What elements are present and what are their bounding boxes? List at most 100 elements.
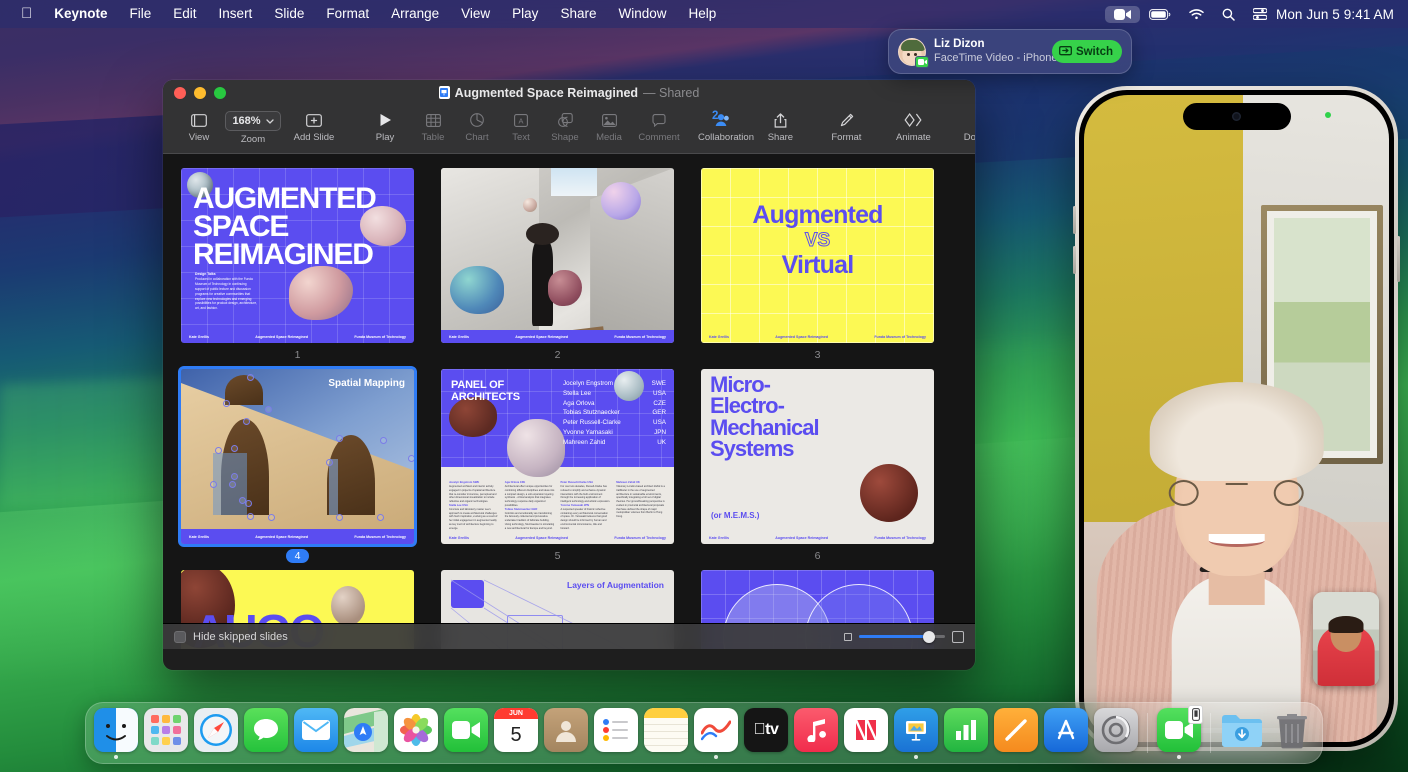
iphone-volume-down-button[interactable] xyxy=(1073,246,1076,274)
slide-3-line-1: Augmented xyxy=(701,201,934,230)
battery-icon[interactable] xyxy=(1140,6,1180,23)
zoom-out-icon[interactable] xyxy=(844,633,852,641)
iphone-side-button[interactable] xyxy=(1397,236,1400,282)
dock-item-notes[interactable] xyxy=(642,708,690,759)
menu-play[interactable]: Play xyxy=(501,5,549,23)
toolbar-collaboration-button[interactable]: Collaboration xyxy=(687,109,765,143)
toolbar-document-button[interactable]: Document xyxy=(954,109,975,143)
dock-item-finder[interactable] xyxy=(92,708,140,759)
toolbar-view-button[interactable]: View xyxy=(177,109,221,143)
dock-item-apple-tv[interactable]: tv xyxy=(742,708,790,759)
dock-item-pages[interactable] xyxy=(992,708,1040,759)
dock-item-reminders[interactable] xyxy=(592,708,640,759)
slide-item-1[interactable]: AUGMENTED SPACE REIMAGINED Design Talks … xyxy=(181,168,414,363)
panel-row: Stella LeeUSA xyxy=(563,389,666,399)
menu-slide[interactable]: Slide xyxy=(263,5,315,23)
zoom-in-icon[interactable] xyxy=(952,631,964,643)
toolbar-chart-button[interactable]: Chart xyxy=(455,109,499,143)
facetime-handoff-notification[interactable]: Liz Dizon FaceTime Video - iPhone › Swit… xyxy=(888,29,1132,74)
keynote-status-bar: Hide skipped slides xyxy=(163,623,975,649)
iphone-device[interactable] xyxy=(1075,86,1398,751)
slide-item-6[interactable]: Micro- Electro- Mechanical Systems (or M… xyxy=(701,369,934,564)
zoom-slider[interactable] xyxy=(859,635,945,638)
menu-file[interactable]: File xyxy=(119,5,163,23)
menu-help[interactable]: Help xyxy=(677,5,727,23)
toolbar-format-button[interactable]: Format xyxy=(820,109,872,143)
toolbar-animate-button[interactable]: Animate xyxy=(886,109,940,143)
apple-logo-icon[interactable]:  xyxy=(10,6,43,23)
zoom-value-button[interactable]: 168% xyxy=(225,111,280,131)
dock-item-calendar[interactable]: JUN 5 xyxy=(492,708,540,759)
dock-item-app-store[interactable] xyxy=(1042,708,1090,759)
menu-edit[interactable]: Edit xyxy=(162,5,207,23)
dock-item-contacts[interactable] xyxy=(542,708,590,759)
dock-item-launchpad[interactable] xyxy=(142,708,190,759)
slide-thumbnail-3[interactable]: Augmented VS Virtual Kate Grellis Augmen… xyxy=(701,168,934,343)
slide-thumbnail-6[interactable]: Micro- Electro- Mechanical Systems (or M… xyxy=(701,369,934,544)
slide-thumbnail-5[interactable]: PANEL OF ARCHITECTS Jocelyn EngstromSWE … xyxy=(441,369,674,544)
wifi-icon[interactable] xyxy=(1180,6,1213,23)
menu-view[interactable]: View xyxy=(450,5,501,23)
toolbar-play-button[interactable]: Play xyxy=(359,109,411,143)
pages-icon xyxy=(994,708,1038,752)
panel-row: Yvonne YamasakiJPN xyxy=(563,428,666,438)
slide-item-5[interactable]: PANEL OF ARCHITECTS Jocelyn EngstromSWE … xyxy=(441,369,674,564)
toolbar-comment-button[interactable]: Comment xyxy=(631,109,687,143)
slide-thumbnail-1[interactable]: AUGMENTED SPACE REIMAGINED Design Talks … xyxy=(181,168,414,343)
slide-4-canvas: Spatial Mapping xyxy=(181,369,414,544)
dock-item-trash[interactable] xyxy=(1268,708,1316,759)
dock-item-system-settings[interactable] xyxy=(1092,708,1140,759)
slide-4-arch-1 xyxy=(225,375,263,405)
toolbar-text-label: Text xyxy=(512,132,529,143)
dock-item-maps[interactable] xyxy=(342,708,390,759)
video-camera-icon[interactable] xyxy=(1105,6,1140,23)
dock-item-messages[interactable] xyxy=(242,708,290,759)
dock-item-downloads-folder[interactable] xyxy=(1218,708,1266,759)
dock-item-facetime-handoff[interactable] xyxy=(1155,708,1203,759)
hide-skipped-slides-checkbox[interactable] xyxy=(174,631,186,643)
toolbar-add-slide-button[interactable]: Add Slide xyxy=(285,109,343,143)
slide-item-3[interactable]: Augmented VS Virtual Kate Grellis Augmen… xyxy=(701,168,934,363)
menu-insert[interactable]: Insert xyxy=(208,5,264,23)
iphone-volume-up-button[interactable] xyxy=(1073,206,1076,234)
toolbar-collaboration-label: Collaboration xyxy=(698,132,754,143)
calendar-icon: JUN 5 xyxy=(494,708,538,752)
menu-keynote[interactable]: Keynote xyxy=(43,5,118,23)
switch-button[interactable]: Switch xyxy=(1052,40,1122,63)
facetime-self-view[interactable] xyxy=(1313,592,1379,686)
keynote-window[interactable]: Augmented Space Reimagined — Shared View… xyxy=(163,80,975,670)
dock-item-safari[interactable] xyxy=(192,708,240,759)
toolbar-zoom-control[interactable]: 168% Zoom xyxy=(221,109,285,145)
dock-item-mail[interactable] xyxy=(292,708,340,759)
thumbnail-zoom-control[interactable] xyxy=(844,631,964,643)
slide-number-5: 5 xyxy=(441,549,674,564)
dock-item-facetime[interactable] xyxy=(442,708,490,759)
control-center-icon[interactable] xyxy=(1244,5,1276,23)
dock-item-photos[interactable] xyxy=(392,708,440,759)
menu-window[interactable]: Window xyxy=(607,5,677,23)
menu-format[interactable]: Format xyxy=(315,5,380,23)
slide-thumbnail-2[interactable]: Kate Grellis Augmented Space Reimagined … xyxy=(441,168,674,343)
dock-item-keynote[interactable] xyxy=(892,708,940,759)
menu-bar-clock[interactable]: Mon Jun 5 9:41 AM xyxy=(1276,7,1396,22)
toolbar-shape-button[interactable]: Shape xyxy=(543,109,587,143)
menu-arrange[interactable]: Arrange xyxy=(380,5,450,23)
slide-thumbnail-4[interactable]: Spatial Mapping xyxy=(181,369,414,544)
slide-navigator[interactable]: AUGMENTED SPACE REIMAGINED Design Talks … xyxy=(163,154,975,649)
toolbar-table-button[interactable]: Table xyxy=(411,109,455,143)
slide-item-2[interactable]: Kate Grellis Augmented Space Reimagined … xyxy=(441,168,674,363)
dock-item-numbers[interactable] xyxy=(942,708,990,759)
search-icon[interactable] xyxy=(1213,5,1244,24)
dock-item-freeform[interactable] xyxy=(692,708,740,759)
toolbar-media-button[interactable]: Media xyxy=(587,109,631,143)
toolbar-share-button[interactable]: Share xyxy=(758,109,802,143)
toolbar-text-button[interactable]: A Text xyxy=(499,109,543,143)
dock-item-music[interactable] xyxy=(792,708,840,759)
menu-share[interactable]: Share xyxy=(549,5,607,23)
running-indicator xyxy=(914,755,918,759)
window-titlebar[interactable]: Augmented Space Reimagined — Shared xyxy=(163,80,975,106)
zoom-slider-knob[interactable] xyxy=(923,631,935,643)
iphone-screen[interactable] xyxy=(1084,95,1389,742)
dock-item-news[interactable] xyxy=(842,708,890,759)
slide-item-4[interactable]: Spatial Mapping xyxy=(181,369,414,564)
